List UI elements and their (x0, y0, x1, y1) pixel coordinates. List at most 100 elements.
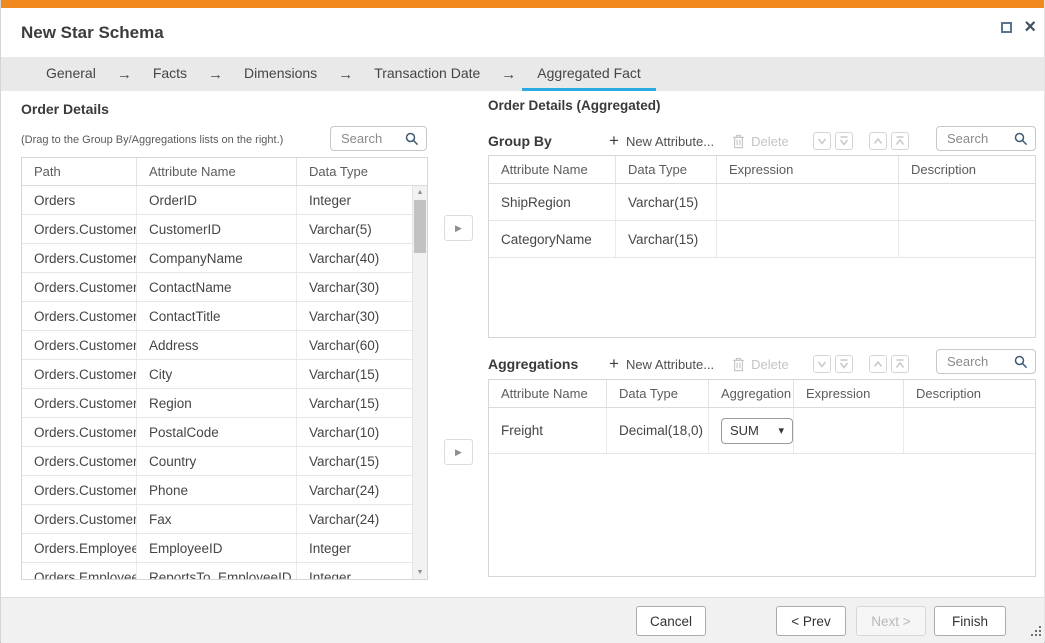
aggregation-select[interactable]: SUM▾ (721, 418, 793, 444)
table-row[interactable]: Orders.EmployeesReportsTo_EmployeeIDInte… (22, 563, 412, 580)
chevron-up-icon (872, 135, 884, 147)
table-row[interactable]: Orders.CustomersContactTitleVarchar(30) (22, 302, 412, 331)
chevron-down-icon (816, 135, 828, 147)
group-by-table: Attribute NameData TypeExpressionDescrip… (488, 155, 1036, 338)
cell: Varchar(60) (297, 331, 412, 359)
cell: Orders.Customers (22, 244, 137, 272)
cell: Varchar(5) (297, 215, 412, 243)
chevron-down-icon: ▾ (778, 424, 784, 437)
tab-general[interactable]: General (31, 57, 111, 91)
search-input[interactable] (339, 130, 405, 147)
new-star-schema-dialog: New Star Schema × General → Facts → Dime… (0, 0, 1045, 643)
add-to-aggregations-button[interactable]: ▶ (444, 439, 473, 465)
cell: Integer (297, 534, 412, 562)
table-row[interactable]: Orders.CustomersPhoneVarchar(24) (22, 476, 412, 505)
move-up-button[interactable] (869, 355, 887, 373)
move-to-top-button[interactable] (891, 355, 909, 373)
table-row[interactable]: Orders.CustomersContactNameVarchar(30) (22, 273, 412, 302)
cell: Varchar(15) (616, 184, 717, 220)
cell: Orders.Employees (22, 563, 137, 580)
source-panel-title: Order Details (21, 101, 109, 117)
column-header: Data Type (607, 380, 709, 407)
scroll-down-icon[interactable]: ▼ (413, 569, 427, 576)
new-attribute-button[interactable]: + New Attribute... (609, 354, 714, 374)
cell: Orders.Customers (22, 418, 137, 446)
prev-button[interactable]: < Prev (776, 606, 846, 636)
trash-icon (732, 357, 745, 372)
source-search (330, 126, 427, 151)
cell: ContactName (137, 273, 297, 301)
maximize-icon[interactable] (1001, 22, 1012, 33)
add-to-group-by-button[interactable]: ▶ (444, 215, 473, 241)
aggregations-label: Aggregations (488, 356, 609, 372)
reorder-buttons (813, 355, 909, 373)
search-input[interactable] (945, 130, 1014, 147)
cell: ContactTitle (137, 302, 297, 330)
aggregations-search (936, 349, 1036, 374)
source-attributes-table: PathAttribute NameData Type OrdersOrderI… (21, 157, 428, 580)
close-icon[interactable]: × (1024, 20, 1036, 34)
table-row[interactable]: ShipRegionVarchar(15) (489, 184, 1035, 221)
cell: Orders.Customers (22, 447, 137, 475)
table-row[interactable]: Orders.CustomersAddressVarchar(60) (22, 331, 412, 360)
group-by-search (936, 126, 1036, 151)
tab-dimensions[interactable]: Dimensions (229, 57, 332, 91)
table-row[interactable]: Orders.CustomersCountryVarchar(15) (22, 447, 412, 476)
table-row[interactable]: Orders.CustomersFaxVarchar(24) (22, 505, 412, 534)
move-down-button[interactable] (813, 132, 831, 150)
move-to-bottom-button[interactable] (835, 355, 853, 373)
column-header: Attribute Name (137, 158, 297, 185)
table-row[interactable]: Orders.CustomersPostalCodeVarchar(10) (22, 418, 412, 447)
table-row[interactable]: Orders.CustomersCompanyNameVarchar(40) (22, 244, 412, 273)
cancel-button[interactable]: Cancel (636, 606, 706, 636)
tab-aggregated-fact[interactable]: Aggregated Fact (522, 57, 656, 91)
tab-transaction-date[interactable]: Transaction Date (359, 57, 495, 91)
table-header: Attribute NameData TypeAggregationExpres… (489, 380, 1035, 408)
cell: Orders.Customers (22, 360, 137, 388)
chevron-up-bar-icon (894, 358, 906, 370)
resize-grip[interactable] (1028, 626, 1041, 639)
footer-bar: Cancel < Prev Next > Finish (1, 597, 1044, 643)
step-arrow-icon: → (111, 57, 138, 91)
cell: Orders.Customers (22, 476, 137, 504)
cell (794, 408, 904, 453)
table-row[interactable]: Orders.CustomersCustomerIDVarchar(5) (22, 215, 412, 244)
cell (904, 408, 1035, 453)
table-row[interactable]: OrdersOrderIDInteger (22, 186, 412, 215)
table-row[interactable]: Orders.CustomersRegionVarchar(15) (22, 389, 412, 418)
cell: Orders (22, 186, 137, 214)
table-row[interactable]: CategoryNameVarchar(15) (489, 221, 1035, 258)
move-down-button[interactable] (813, 355, 831, 373)
move-up-button[interactable] (869, 132, 887, 150)
next-button[interactable]: Next > (856, 606, 926, 636)
tab-facts[interactable]: Facts (138, 57, 202, 91)
cell: OrderID (137, 186, 297, 214)
delete-button[interactable]: Delete (732, 357, 789, 372)
table-row[interactable]: Orders.EmployeesEmployeeIDInteger (22, 534, 412, 563)
delete-button[interactable]: Delete (732, 134, 789, 149)
cell: Region (137, 389, 297, 417)
cell: Orders.Customers (22, 331, 137, 359)
target-panel-title: Order Details (Aggregated) (488, 98, 661, 113)
plus-icon: + (609, 131, 619, 151)
search-input[interactable] (945, 353, 1014, 370)
vertical-scrollbar[interactable]: ▲ ▼ (412, 186, 427, 579)
move-to-top-button[interactable] (891, 132, 909, 150)
search-icon (1014, 355, 1028, 369)
scroll-up-icon[interactable]: ▲ (413, 189, 427, 196)
page-title: New Star Schema (1, 8, 1044, 43)
cell: ShipRegion (489, 184, 616, 220)
cell: Varchar(15) (297, 360, 412, 388)
table-row[interactable]: Orders.CustomersCityVarchar(15) (22, 360, 412, 389)
title-bar: New Star Schema × (1, 8, 1044, 57)
accent-bar (1, 0, 1044, 8)
move-to-bottom-button[interactable] (835, 132, 853, 150)
search-icon (405, 132, 419, 146)
finish-button[interactable]: Finish (934, 606, 1006, 636)
scrollbar-thumb[interactable] (414, 200, 426, 253)
cell (717, 221, 899, 257)
table-row[interactable]: FreightDecimal(18,0)SUM▾ (489, 408, 1035, 454)
chevron-up-icon (872, 358, 884, 370)
new-attribute-button[interactable]: + New Attribute... (609, 131, 714, 151)
column-header: Attribute Name (489, 380, 607, 407)
